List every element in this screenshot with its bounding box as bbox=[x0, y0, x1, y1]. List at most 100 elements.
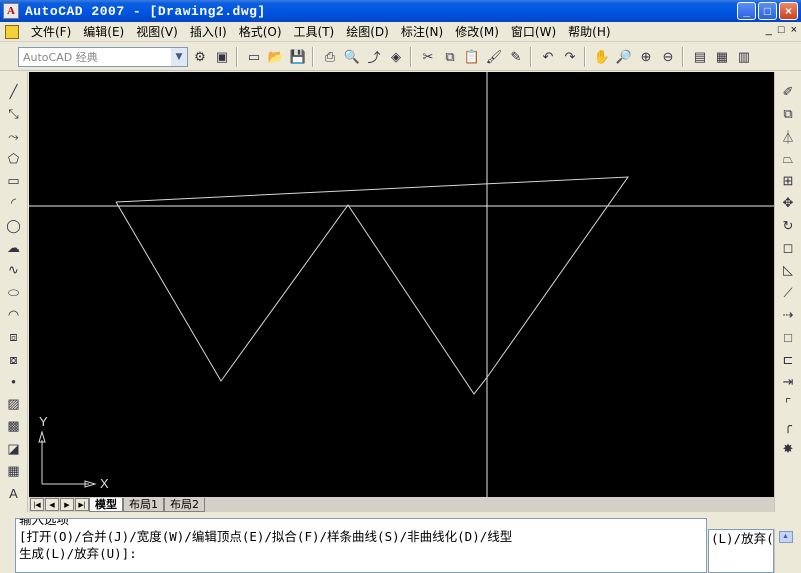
erase-icon[interactable]: ✐ bbox=[778, 82, 798, 102]
make-block-icon[interactable]: ⧇ bbox=[4, 350, 24, 370]
autocad-app-icon[interactable]: A bbox=[3, 3, 19, 19]
paste-icon[interactable]: 📋 bbox=[462, 47, 482, 67]
point-icon[interactable]: • bbox=[4, 372, 24, 392]
3d-dwf-icon[interactable]: ◈ bbox=[386, 47, 406, 67]
toolbar-separator bbox=[584, 46, 586, 67]
multiline-text-icon[interactable]: A bbox=[4, 483, 24, 503]
menu-edit[interactable]: 编辑(E) bbox=[77, 23, 130, 40]
tool-palettes-icon[interactable]: ▥ bbox=[734, 47, 754, 67]
doc-minimize-button[interactable]: _ bbox=[766, 24, 772, 36]
fillet-icon[interactable]: ╭ bbox=[778, 416, 798, 436]
region-icon[interactable]: ◪ bbox=[4, 439, 24, 459]
first-tab-button[interactable]: |◀ bbox=[30, 498, 44, 511]
cut-icon[interactable]: ✂ bbox=[418, 47, 438, 67]
move-icon[interactable]: ✥ bbox=[778, 193, 798, 213]
menu-draw[interactable]: 绘图(D) bbox=[340, 23, 395, 40]
ellipse-icon[interactable]: ⬭ bbox=[4, 283, 24, 303]
arc-icon[interactable]: ◜ bbox=[4, 193, 24, 213]
array-icon[interactable]: ⊞ bbox=[778, 171, 798, 191]
menu-window[interactable]: 窗口(W) bbox=[505, 23, 562, 40]
menu-format[interactable]: 格式(O) bbox=[233, 23, 288, 40]
command-overflow-text: (L)/放弃(U) bbox=[708, 529, 774, 573]
menu-tools[interactable]: 工具(T) bbox=[288, 23, 341, 40]
mirror-icon[interactable]: ⏃ bbox=[778, 127, 798, 147]
pan-icon[interactable]: ✋ bbox=[592, 47, 612, 67]
chevron-down-icon[interactable]: ▼ bbox=[171, 47, 187, 66]
minimize-button[interactable]: _ bbox=[737, 2, 756, 20]
insert-block-icon[interactable]: ⧈ bbox=[4, 327, 24, 347]
circle-icon[interactable]: ◯ bbox=[4, 216, 24, 236]
break-icon[interactable]: ⊏ bbox=[778, 350, 798, 370]
open-icon[interactable]: 📂 bbox=[266, 47, 286, 67]
trim-icon[interactable]: ⟋ bbox=[778, 283, 798, 303]
workspace-save-icon[interactable]: ▣ bbox=[212, 47, 232, 67]
last-tab-button[interactable]: ▶| bbox=[75, 498, 89, 511]
chamfer-icon[interactable]: ⌜ bbox=[778, 394, 798, 414]
scale-icon[interactable]: ◻ bbox=[778, 238, 798, 258]
menu-dimension[interactable]: 标注(N) bbox=[395, 23, 449, 40]
toolbar-separator bbox=[312, 46, 314, 67]
zoom-window-icon[interactable]: ⊕ bbox=[636, 47, 656, 67]
document-icon[interactable] bbox=[5, 24, 19, 39]
workspace-select[interactable]: AutoCAD 经典 ▼ bbox=[18, 46, 188, 67]
table-icon[interactable]: ▦ bbox=[4, 461, 24, 481]
break-at-point-icon[interactable]: □ bbox=[778, 327, 798, 347]
construction-line-icon[interactable]: ⤡ bbox=[4, 104, 24, 124]
explode-icon[interactable]: ✸ bbox=[778, 439, 798, 459]
tab-layout2[interactable]: 布局2 bbox=[164, 497, 205, 512]
scroll-up-icon[interactable]: ▲ bbox=[778, 531, 793, 543]
gradient-icon[interactable]: ▩ bbox=[4, 416, 24, 436]
hatch-icon[interactable]: ▨ bbox=[4, 394, 24, 414]
line-icon[interactable]: ╱ bbox=[4, 82, 24, 102]
copy-icon[interactable]: ⧉ bbox=[440, 47, 460, 67]
polygon-icon[interactable]: ⬠ bbox=[4, 149, 24, 169]
ellipse-arc-icon[interactable]: ◠ bbox=[4, 305, 24, 325]
workspace-value: AutoCAD 经典 bbox=[23, 50, 98, 64]
stretch-icon[interactable]: ◺ bbox=[778, 260, 798, 280]
menu-modify[interactable]: 修改(M) bbox=[449, 23, 505, 40]
publish-icon[interactable]: ⤴ bbox=[364, 47, 384, 67]
offset-icon[interactable]: ⏢ bbox=[778, 149, 798, 169]
zoom-previous-icon[interactable]: ⊖ bbox=[658, 47, 678, 67]
menu-file[interactable]: 文件(F) bbox=[25, 23, 77, 40]
standard-toolbar: AutoCAD 经典 ▼ ⚙ ▣ ▭ 📂 💾 ⎙ 🔍 ⤴ ◈ ✂ ⧉ 📋 🖌 ✎ ↶ ↷ ✋ 🔎 ⊕ ⊖ ▤ ▦ ▥ bbox=[0, 43, 801, 71]
rotate-icon[interactable]: ↻ bbox=[778, 216, 798, 236]
doc-close-button[interactable]: × bbox=[791, 24, 797, 36]
restore-button[interactable]: □ bbox=[758, 2, 777, 20]
drawing-canvas[interactable]: Y X bbox=[29, 72, 774, 497]
match-properties-icon[interactable]: 🖌 bbox=[484, 47, 504, 67]
polyline-icon[interactable]: ⤳ bbox=[4, 127, 24, 147]
join-icon[interactable]: ⇥ bbox=[778, 372, 798, 392]
copy-object-icon[interactable]: ⧉ bbox=[778, 104, 798, 124]
toolbar-separator bbox=[236, 46, 238, 67]
command-window[interactable]: 输入选项 [打开(O)/合并(J)/宽度(W)/编辑顶点(E)/拟合(F)/样条… bbox=[15, 518, 707, 573]
undo-icon[interactable]: ↶ bbox=[538, 47, 558, 67]
tab-layout1[interactable]: 布局1 bbox=[123, 497, 164, 512]
tab-model[interactable]: 模型 bbox=[89, 497, 123, 512]
previous-tab-button[interactable]: ◀ bbox=[45, 498, 59, 511]
rectangle-icon[interactable]: ▭ bbox=[4, 171, 24, 191]
command-scrollbar[interactable]: ▲ bbox=[774, 529, 796, 573]
zoom-realtime-icon[interactable]: 🔎 bbox=[614, 47, 634, 67]
workspace-settings-icon[interactable]: ⚙ bbox=[190, 47, 210, 67]
save-icon[interactable]: 💾 bbox=[288, 47, 308, 67]
redo-icon[interactable]: ↷ bbox=[560, 47, 580, 67]
next-tab-button[interactable]: ▶ bbox=[60, 498, 74, 511]
doc-restore-button[interactable]: □ bbox=[778, 24, 785, 36]
ucs-y-label: Y bbox=[39, 414, 48, 429]
new-icon[interactable]: ▭ bbox=[244, 47, 264, 67]
block-editor-icon[interactable]: ✎ bbox=[506, 47, 526, 67]
menu-insert[interactable]: 插入(I) bbox=[184, 23, 233, 40]
close-button[interactable]: × bbox=[779, 2, 798, 20]
plot-icon[interactable]: ⎙ bbox=[320, 47, 340, 67]
plot-preview-icon[interactable]: 🔍 bbox=[342, 47, 362, 67]
revision-cloud-icon[interactable]: ☁ bbox=[4, 238, 24, 258]
extend-icon[interactable]: ⇢ bbox=[778, 305, 798, 325]
spline-icon[interactable]: ∿ bbox=[4, 260, 24, 280]
design-center-icon[interactable]: ▦ bbox=[712, 47, 732, 67]
properties-icon[interactable]: ▤ bbox=[690, 47, 710, 67]
menu-help[interactable]: 帮助(H) bbox=[562, 23, 616, 40]
menu-view[interactable]: 视图(V) bbox=[130, 23, 184, 40]
polyline-shape[interactable] bbox=[115, 176, 629, 395]
menu-bar: 文件(F) 编辑(E) 视图(V) 插入(I) 格式(O) 工具(T) 绘图(D… bbox=[0, 22, 801, 42]
